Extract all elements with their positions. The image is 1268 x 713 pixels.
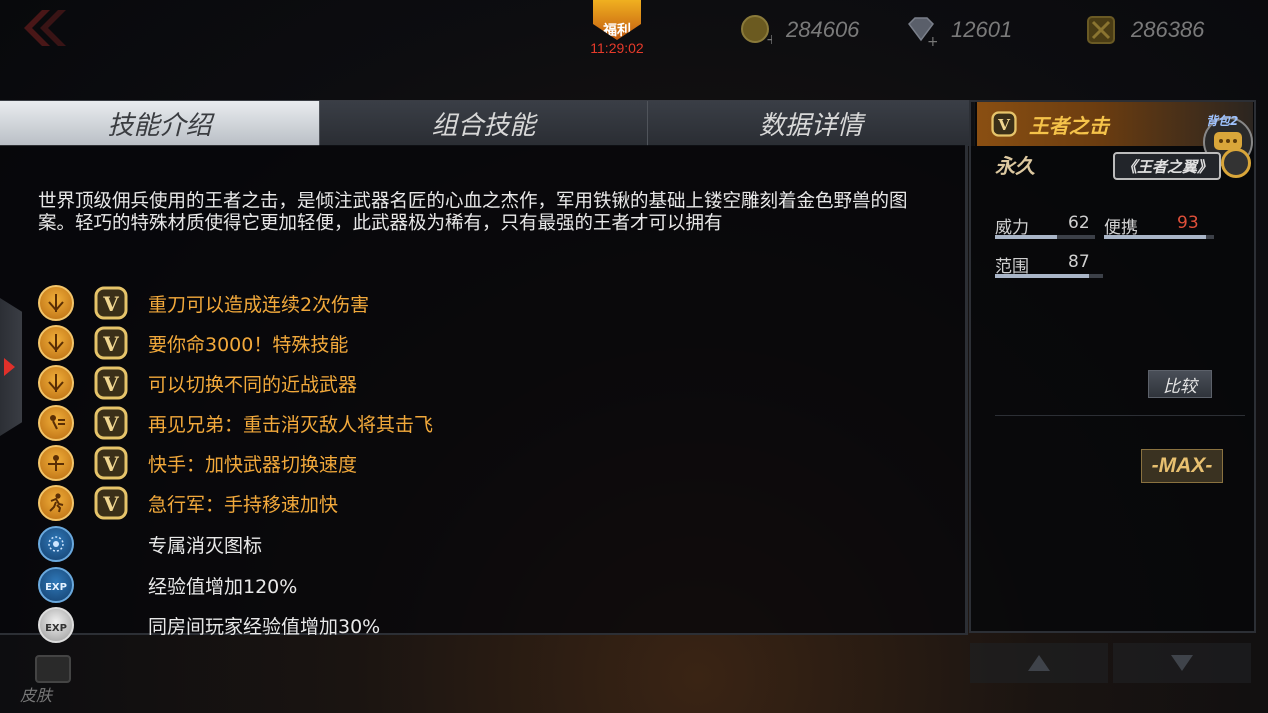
expand-arrow-icon: [4, 358, 15, 376]
welfare-badge-icon: 福利: [593, 0, 641, 40]
svg-text:V: V: [102, 412, 119, 436]
skill-text: 要你命3000！特殊技能: [148, 333, 349, 356]
v-rank-icon: V: [94, 326, 128, 360]
stat-bar-fill: [995, 274, 1089, 278]
svg-text:+: +: [927, 34, 937, 46]
stat-bar: [995, 274, 1103, 278]
stat-power: 威力 62: [995, 213, 1095, 239]
scroll-down-button[interactable]: [1113, 643, 1251, 683]
scroll-up-button[interactable]: [970, 643, 1108, 683]
skill-text: 专属消灭图标: [148, 534, 263, 557]
weapon-description: 世界顶级佣兵使用的王者之击，是倾注武器名匠的心血之杰作，军用铁锹的基础上镂空雕刻…: [38, 191, 908, 234]
kill-emblem-icon: [38, 526, 74, 562]
svg-text:V: V: [102, 372, 119, 396]
honor-currency[interactable]: 286386: [1085, 12, 1204, 48]
skill-row: V 可以切换不同的近战武器: [38, 364, 357, 402]
svg-text:V: V: [997, 116, 1011, 134]
svg-text:V: V: [102, 492, 119, 516]
tab-skill-intro[interactable]: 技能介绍: [0, 101, 321, 146]
skill-text: 急行军：手持移速加快: [148, 493, 339, 516]
tab-data-details[interactable]: 数据详情: [647, 101, 975, 146]
side-expand-tab[interactable]: [0, 298, 22, 436]
skill-text: 快手：加快武器切换速度: [148, 453, 358, 476]
compare-button[interactable]: 比较: [1148, 370, 1212, 398]
stat-portability: 便携 93: [1104, 213, 1214, 239]
svg-text:+: +: [766, 32, 772, 46]
stat-range: 范围 87: [995, 252, 1103, 278]
tab-combo-skills[interactable]: 组合技能: [320, 101, 648, 146]
diamond-currency[interactable]: + 12601: [905, 12, 1012, 48]
skill-text: 重刀可以造成连续2次伤害: [148, 293, 370, 316]
chat-label: 背包2: [1206, 114, 1239, 128]
welfare-label: 福利: [603, 23, 631, 39]
welfare-button[interactable]: 福利 11:29:02: [585, 0, 649, 58]
series-ring-icon: [1221, 148, 1251, 178]
gold-value: 284606: [786, 17, 860, 42]
back-button[interactable]: [14, 6, 66, 50]
skill-row: EXP 经验值增加120%: [38, 566, 297, 604]
svg-text:V: V: [102, 332, 119, 356]
v-rank-icon: V: [94, 366, 128, 400]
skin-label: 皮肤: [20, 686, 53, 705]
duration-label: 永久: [995, 154, 1035, 178]
honor-value: 286386: [1131, 17, 1205, 42]
blade-icon: [38, 325, 74, 361]
top-bar: 福利 11:29:02 + 284606 + 12601 286386: [0, 0, 1268, 60]
welfare-timer: 11:29:02: [590, 40, 644, 56]
skill-text: 再见兄弟：重击消灭敌人将其击飞: [148, 413, 434, 436]
triangle-up-icon: [1028, 655, 1050, 671]
stat-value: 87: [1068, 252, 1090, 272]
v-rank-icon: V: [94, 486, 128, 520]
skill-row: V 急行军：手持移速加快: [38, 484, 338, 522]
stat-bar: [1104, 235, 1214, 239]
series-logo: 《王者之翼》: [1113, 152, 1221, 180]
skill-text: 经验值增加120%: [148, 575, 298, 598]
v-rank-icon: V: [94, 446, 128, 480]
running-man-icon: [38, 485, 74, 521]
stat-bar: [995, 235, 1095, 239]
skill-row: V 要你命3000！特殊技能: [38, 324, 348, 362]
stat-bar-fill: [995, 235, 1057, 239]
svg-text:EXP: EXP: [45, 582, 67, 593]
skill-row: V 快手：加快武器切换速度: [38, 444, 357, 482]
v-rank-icon: V: [94, 406, 128, 440]
skin-icon: [35, 655, 71, 683]
skill-text: 同房间玩家经验值增加30%: [148, 615, 381, 638]
knockback-icon: [38, 405, 74, 441]
skill-row: EXP 同房间玩家经验值增加30%: [38, 606, 380, 644]
gold-coin-icon: +: [740, 14, 772, 46]
diamond-icon: +: [905, 14, 937, 46]
stat-value: 93: [1177, 213, 1199, 233]
skill-row: V 再见兄弟：重击消灭敌人将其击飞: [38, 404, 433, 442]
gold-currency[interactable]: + 284606: [740, 12, 859, 48]
max-level-badge: -MAX-: [1141, 449, 1223, 483]
skill-row: V 重刀可以造成连续2次伤害: [38, 284, 369, 322]
quick-hand-icon: [38, 445, 74, 481]
double-chevron-left-icon: [24, 10, 66, 46]
stat-value: 62: [1068, 213, 1090, 233]
exp-boost-icon: EXP: [38, 567, 74, 603]
svg-text:EXP: EXP: [45, 623, 67, 634]
svg-text:V: V: [102, 292, 119, 316]
v-rank-icon: V: [94, 286, 128, 320]
tab-bar: 技能介绍 组合技能 数据详情: [0, 100, 975, 146]
blade-icon: [38, 365, 74, 401]
v-rank-icon: V: [991, 111, 1017, 137]
blade-icon: [38, 285, 74, 321]
divider: [995, 415, 1245, 416]
stat-bar-fill: [1104, 235, 1207, 239]
weapon-name: 王者之击: [1029, 113, 1109, 138]
skill-row: 专属消灭图标: [38, 525, 262, 563]
svg-text:V: V: [102, 452, 119, 476]
honor-token-icon: [1085, 14, 1117, 46]
skill-text: 可以切换不同的近战武器: [148, 373, 358, 396]
triangle-down-icon: [1171, 655, 1193, 671]
room-exp-icon: EXP: [38, 607, 74, 643]
diamond-value: 12601: [951, 17, 1013, 42]
